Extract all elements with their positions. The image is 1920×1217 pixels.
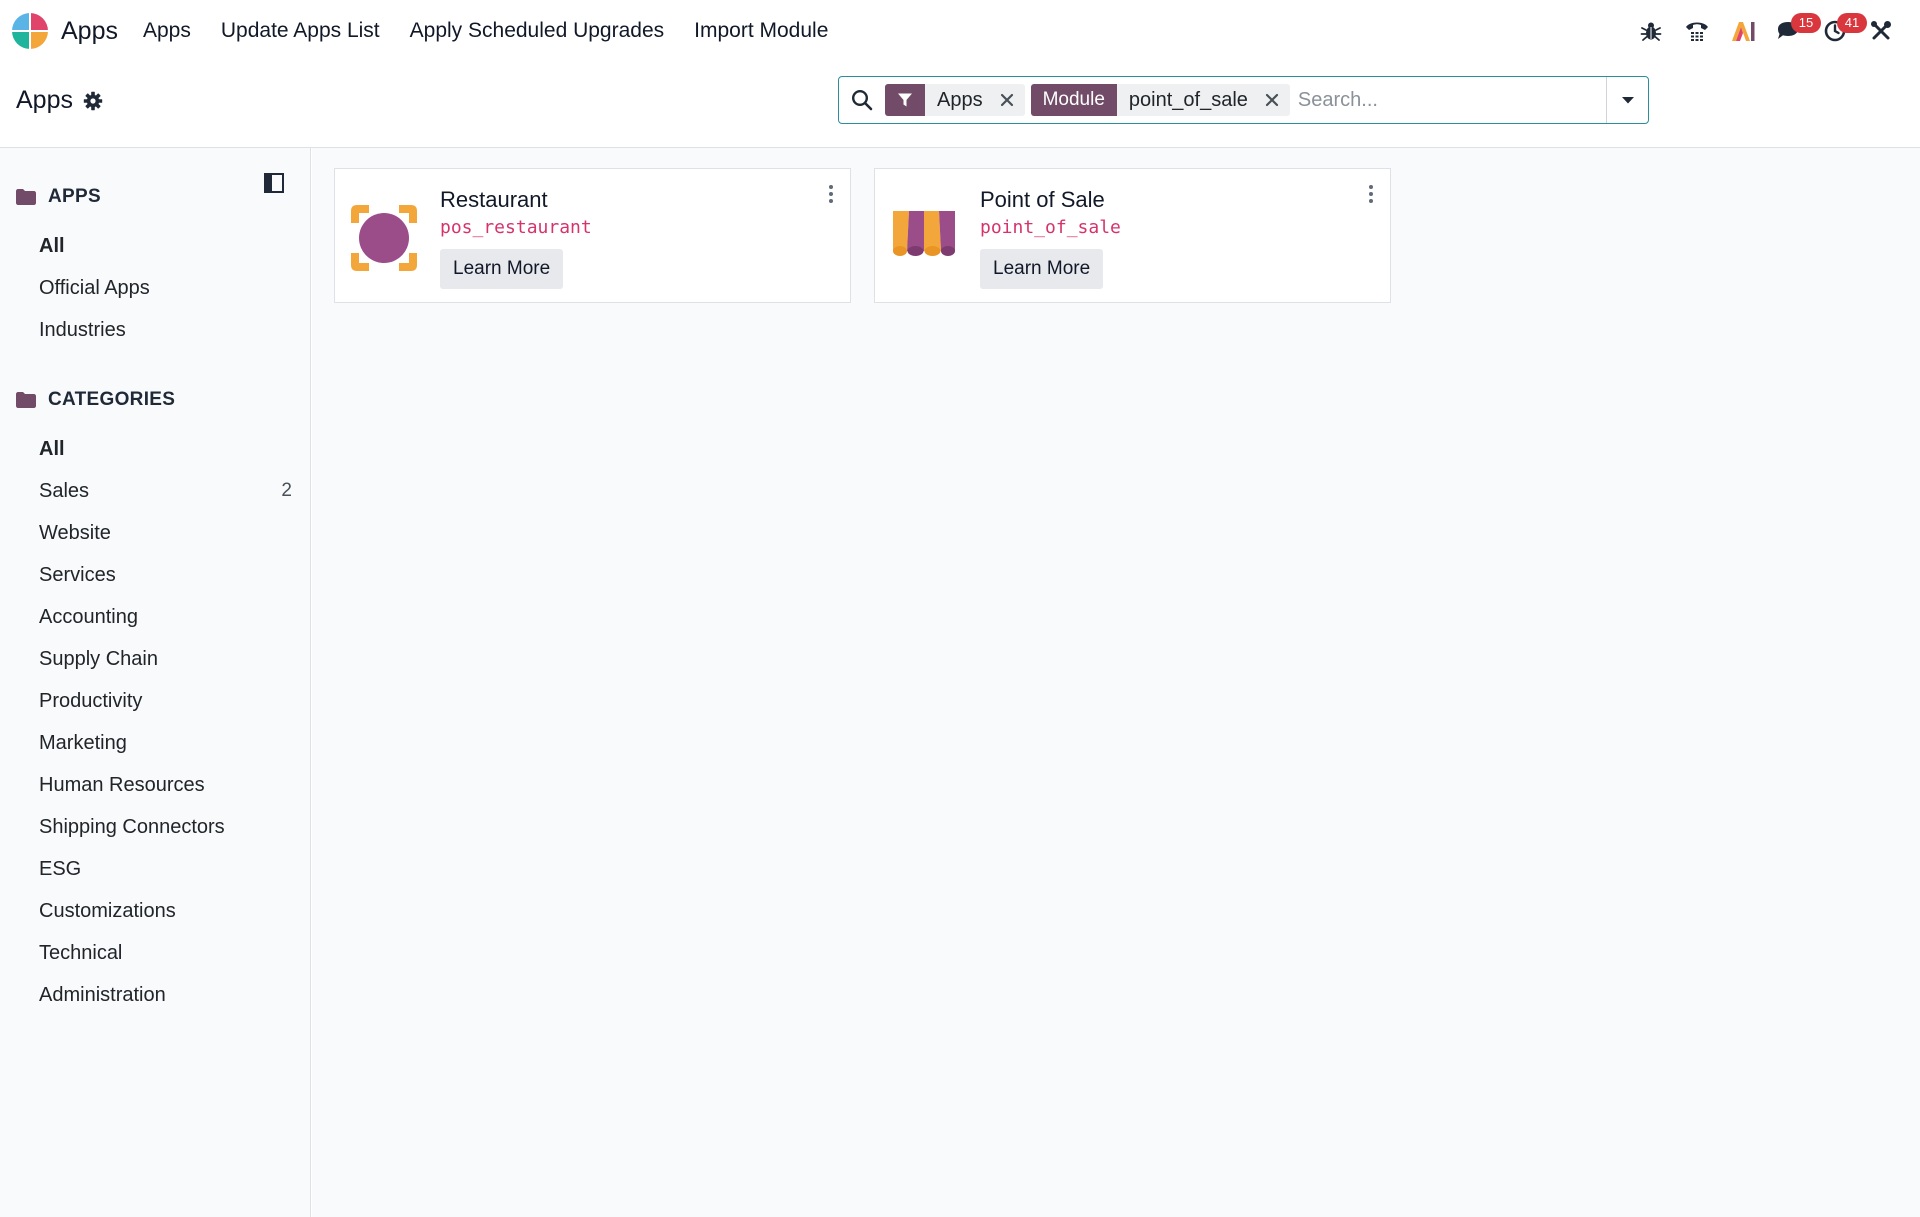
activities-button[interactable]: 41: [1812, 0, 1867, 62]
top-navbar: Apps Apps Update Apps List Apply Schedul…: [0, 0, 1920, 62]
app-card-point-of-sale[interactable]: Point of Sale point_of_sale Learn More: [874, 168, 1391, 303]
menu-item-import-module[interactable]: Import Module: [679, 19, 843, 43]
systray: 15 41: [1628, 0, 1920, 62]
list-item-label: Accounting: [39, 605, 138, 628]
category-human-resources[interactable]: Human Resources: [39, 764, 294, 806]
sidebar-collapse-icon[interactable]: [263, 172, 285, 194]
facet-value-module: point_of_sale: [1128, 88, 1248, 111]
search-options-toggle[interactable]: [1606, 77, 1648, 123]
bug-icon: [1640, 22, 1662, 41]
search-panel-sidebar: APPS All Official Apps Industries CATEGO…: [0, 148, 311, 1217]
list-item-label: Website: [39, 521, 111, 544]
category-administration[interactable]: Administration: [39, 974, 294, 1016]
categories-filter-list: All Sales 2 Website Services Accounting S…: [39, 428, 294, 1016]
card-body: Restaurant pos_restaurant Learn More: [440, 185, 592, 289]
filter-icon: [885, 84, 925, 116]
folder-icon: [16, 392, 36, 408]
menu-item-apps[interactable]: Apps: [128, 19, 206, 43]
categories-section-header: CATEGORIES: [16, 389, 175, 411]
point-of-sale-icon: [893, 211, 955, 256]
category-shipping-connectors[interactable]: Shipping Connectors: [39, 806, 294, 848]
apps-logo-icon: [11, 12, 49, 50]
search-bar: Apps Module point_of_sale: [838, 76, 1649, 124]
apps-filter-all[interactable]: All: [39, 225, 294, 267]
apps-section-header: APPS: [16, 186, 101, 208]
search-facet-filter: Apps: [885, 84, 1025, 116]
facet-value-apps: Apps: [937, 88, 983, 111]
ai-button[interactable]: [1720, 0, 1766, 62]
card-technical-name: pos_restaurant: [440, 217, 592, 238]
category-services[interactable]: Services: [39, 554, 294, 596]
categories-section-title: CATEGORIES: [48, 389, 176, 410]
facet-tag-module: Module: [1030, 84, 1117, 116]
list-item-label: Shipping Connectors: [39, 815, 225, 838]
page-title: Apps: [16, 86, 73, 114]
list-item-label: Human Resources: [39, 773, 205, 796]
breadcrumb: Apps: [16, 86, 103, 115]
app-brand[interactable]: Apps: [0, 0, 118, 62]
list-item-label: Productivity: [39, 689, 143, 712]
main-menu: Apps Update Apps List Apply Scheduled Up…: [128, 19, 843, 43]
phone-icon: [1686, 22, 1708, 41]
card-title: Restaurant: [440, 187, 548, 212]
list-item-label: Marketing: [39, 731, 127, 754]
close-icon[interactable]: [995, 84, 1025, 116]
card-body: Point of Sale point_of_sale Learn More: [980, 185, 1121, 289]
category-productivity[interactable]: Productivity: [39, 680, 294, 722]
debug-menu-button[interactable]: [1628, 0, 1674, 62]
ai-icon: [1732, 22, 1755, 41]
list-item-label: Sales: [39, 479, 90, 502]
apps-filter-official-apps[interactable]: Official Apps: [39, 267, 294, 309]
folder-icon: [16, 189, 36, 205]
list-item-label: Supply Chain: [39, 647, 158, 670]
category-supply-chain[interactable]: Supply Chain: [39, 638, 294, 680]
category-marketing[interactable]: Marketing: [39, 722, 294, 764]
menu-item-apply-scheduled-upgrades[interactable]: Apply Scheduled Upgrades: [395, 19, 680, 43]
control-panel: Apps Apps Module point_of_sale Search...: [0, 62, 1920, 148]
settings-tools-button[interactable]: [1858, 0, 1904, 62]
list-item-label: All: [39, 437, 65, 460]
kanban-view: Restaurant pos_restaurant Learn More Poi…: [312, 148, 1920, 1217]
list-item-label: Services: [39, 563, 116, 586]
card-technical-name: point_of_sale: [980, 217, 1121, 238]
app-name: Apps: [61, 16, 118, 45]
category-esg[interactable]: ESG: [39, 848, 294, 890]
list-item-label: All: [39, 234, 65, 257]
restaurant-icon: [351, 205, 417, 271]
search-input[interactable]: [1295, 78, 1606, 122]
category-all[interactable]: All: [39, 428, 294, 470]
learn-more-button[interactable]: Learn More: [980, 249, 1104, 289]
list-item-label: Technical: [39, 941, 123, 964]
caret-down-icon: [1621, 97, 1634, 104]
category-website[interactable]: Website: [39, 512, 294, 554]
category-accounting[interactable]: Accounting: [39, 596, 294, 638]
phone-button[interactable]: [1674, 0, 1720, 62]
category-customizations[interactable]: Customizations: [39, 890, 294, 932]
list-item-label: Official Apps: [39, 276, 150, 299]
apps-filter-list: All Official Apps Industries: [39, 225, 294, 351]
close-icon[interactable]: [1260, 84, 1290, 116]
list-item-label: Customizations: [39, 899, 176, 922]
category-sales[interactable]: Sales 2: [39, 470, 294, 512]
kebab-menu-icon[interactable]: [824, 183, 838, 205]
category-count: 2: [281, 480, 292, 501]
card-title: Point of Sale: [980, 187, 1105, 212]
apps-filter-industries[interactable]: Industries: [39, 309, 294, 351]
category-technical[interactable]: Technical: [39, 932, 294, 974]
list-item-label: Industries: [39, 318, 126, 341]
menu-item-update-apps-list[interactable]: Update Apps List: [206, 19, 395, 43]
list-item-label: Administration: [39, 983, 166, 1006]
app-card-restaurant[interactable]: Restaurant pos_restaurant Learn More: [334, 168, 851, 303]
search-icon[interactable]: [839, 77, 885, 123]
tools-icon: [1871, 21, 1891, 40]
apps-section-title: APPS: [48, 186, 101, 207]
kebab-menu-icon[interactable]: [1364, 183, 1378, 205]
search-facet-module: Module point_of_sale: [1030, 84, 1290, 116]
gear-icon[interactable]: [83, 91, 103, 111]
list-item-label: ESG: [39, 857, 82, 880]
learn-more-button[interactable]: Learn More: [440, 249, 564, 289]
messages-button[interactable]: 15: [1766, 0, 1821, 62]
